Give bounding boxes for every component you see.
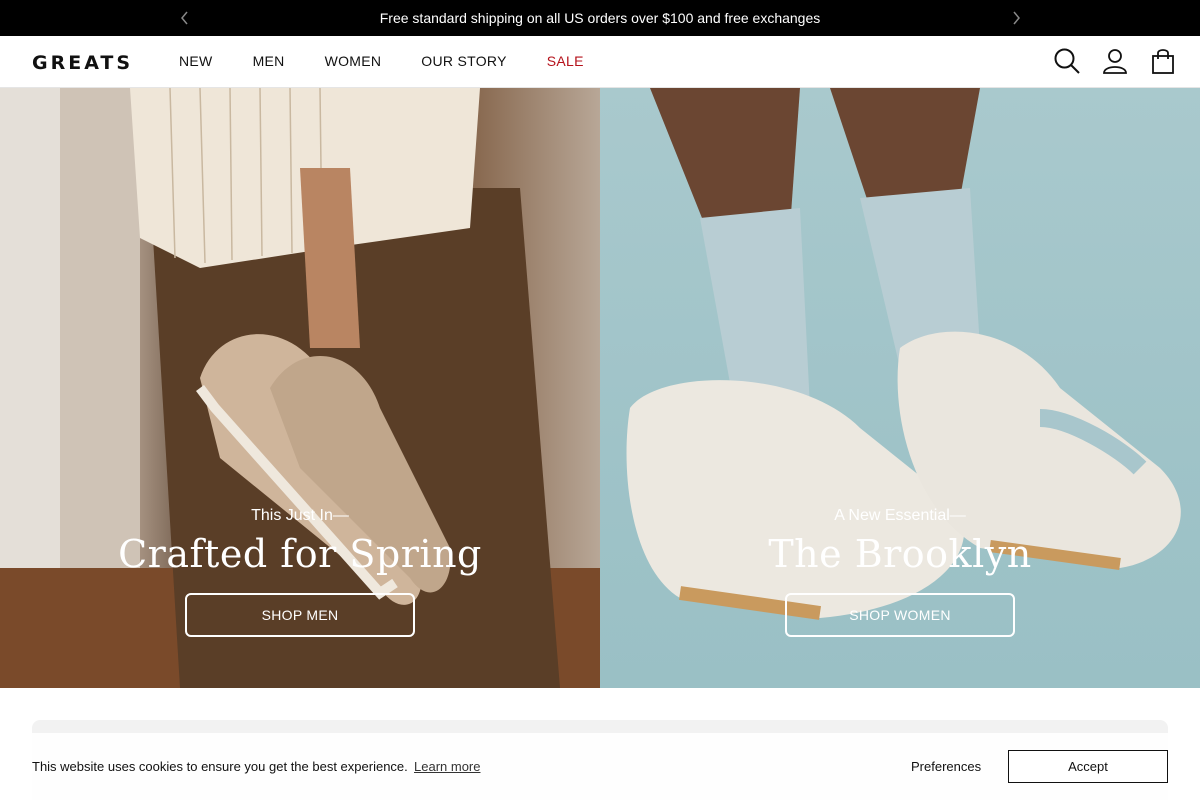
cookie-message: This website uses cookies to ensure you … — [32, 759, 408, 774]
announcement-bar: Free standard shipping on all US orders … — [0, 0, 1200, 36]
nav-item-sale[interactable]: SALE — [547, 53, 584, 69]
accept-button[interactable]: Accept — [1008, 750, 1168, 783]
hero-men-eyebrow: This Just In— — [251, 507, 349, 524]
nav-item-women[interactable]: WOMEN — [325, 53, 382, 69]
learn-more-link[interactable]: Learn more — [414, 759, 480, 774]
nav-item-men[interactable]: MEN — [253, 53, 285, 69]
logo[interactable]: GREATS — [32, 52, 133, 74]
account-icon[interactable] — [1100, 46, 1130, 76]
shop-women-button[interactable]: SHOP WOMEN — [785, 593, 1015, 637]
hero-women-eyebrow: A New Essential— — [834, 507, 966, 524]
announcement-text: Free standard shipping on all US orders … — [379, 10, 821, 26]
site-header: GREATS NEW MEN WOMEN OUR STORY SALE — [0, 36, 1200, 88]
main-nav: NEW MEN WOMEN OUR STORY SALE — [179, 53, 584, 69]
hero: This Just In— Crafted for Spring SHOP ME… — [0, 88, 1200, 688]
header-icons — [1052, 46, 1178, 76]
hero-women-headline: The Brooklyn — [768, 532, 1032, 576]
bag-icon[interactable] — [1148, 46, 1178, 76]
nav-item-new[interactable]: NEW — [179, 53, 213, 69]
chevron-left-icon[interactable] — [175, 8, 195, 28]
hero-men-headline: Crafted for Spring — [118, 532, 482, 576]
shop-men-button[interactable]: SHOP MEN — [185, 593, 415, 637]
chevron-right-icon[interactable] — [1006, 8, 1026, 28]
cookie-banner: This website uses cookies to ensure you … — [0, 733, 1200, 800]
search-icon[interactable] — [1052, 46, 1082, 76]
preferences-button[interactable]: Preferences — [911, 759, 981, 774]
nav-item-our-story[interactable]: OUR STORY — [421, 53, 506, 69]
hero-panel-men[interactable]: This Just In— Crafted for Spring SHOP ME… — [0, 88, 600, 688]
hero-panel-women[interactable]: A New Essential— The Brooklyn SHOP WOMEN — [600, 88, 1200, 688]
